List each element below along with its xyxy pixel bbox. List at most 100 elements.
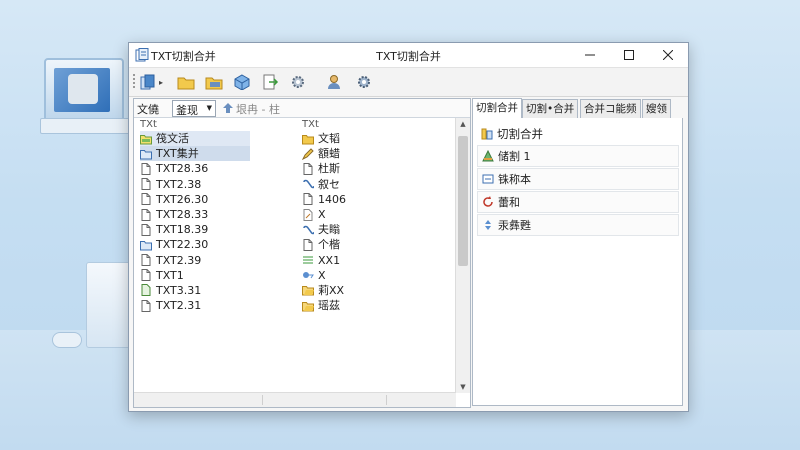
- user-icon[interactable]: [325, 74, 343, 90]
- file-list-right: 文韬 額蜡 杜斯 叙セ 1406 X 夫瞈 个楷 XX1 X 莉XX 瑶茲: [302, 131, 442, 313]
- file-list-right-item-label: 叙セ: [318, 177, 340, 191]
- file-list-left-item[interactable]: TXT28.33: [140, 207, 250, 222]
- tab-1[interactable]: 切割•合并: [522, 99, 579, 118]
- file-icon: [141, 208, 151, 221]
- minimize-button[interactable]: [572, 43, 608, 67]
- scroll-thumb[interactable]: [458, 136, 468, 266]
- maximize-button[interactable]: [611, 43, 647, 67]
- file-list-left-item[interactable]: TXT2.38: [140, 177, 250, 192]
- action-item-split[interactable]: 储割 1: [477, 145, 679, 167]
- scroll-down-icon[interactable]: ▼: [456, 383, 470, 391]
- close-icon: [663, 50, 673, 60]
- file-list-left-item-label: 筏文活: [156, 132, 189, 146]
- folder-blue-icon: [140, 240, 152, 251]
- folder-icon[interactable]: [177, 74, 195, 90]
- column-header-2[interactable]: TXt: [302, 119, 319, 130]
- file-list-left-item[interactable]: TXT28.36: [140, 161, 250, 176]
- gear-icon[interactable]: [289, 74, 307, 90]
- file-icon: [141, 299, 151, 312]
- file-list-right-item[interactable]: 个楷: [302, 237, 442, 252]
- export-file-icon[interactable]: [261, 74, 279, 90]
- file-list-left-item[interactable]: TXT2.39: [140, 253, 250, 268]
- window-icon: [482, 174, 494, 184]
- horizontal-scrollbar[interactable]: [134, 392, 456, 407]
- file-list-right-item-label: 杜斯: [318, 162, 340, 176]
- path-dropdown[interactable]: 釜现 ▼: [172, 100, 216, 117]
- vertical-scrollbar[interactable]: ▲ ▼: [455, 118, 470, 393]
- folder-open-icon[interactable]: [205, 74, 223, 90]
- action-header[interactable]: 切割合并: [477, 124, 679, 144]
- file-list-right-item[interactable]: 額蜡: [302, 146, 442, 161]
- file-list-right-item[interactable]: 夫瞈: [302, 222, 442, 237]
- action-item-window[interactable]: 铢称本: [477, 168, 679, 190]
- settings-gear-icon[interactable]: [355, 74, 373, 90]
- action-item-refresh[interactable]: 蕾和: [477, 191, 679, 213]
- file-icon: [141, 193, 151, 206]
- copy-files-icon[interactable]: [139, 74, 157, 90]
- link-icon: [303, 225, 314, 234]
- copy-dropdown-icon[interactable]: ▸: [159, 78, 163, 87]
- file-list-left-item-label: TXT1: [156, 268, 184, 282]
- file-list-left-item[interactable]: TXT集并: [140, 146, 250, 162]
- arrows-icon: [485, 220, 491, 230]
- folder-green-icon: [140, 134, 152, 145]
- file-list-left-item-label: TXT26.30: [156, 192, 209, 206]
- background-mouse: [52, 332, 82, 348]
- triangle-icon: [482, 150, 494, 162]
- file-icon: [141, 254, 151, 267]
- path-input[interactable]: 垠冉 - 柱: [236, 101, 280, 117]
- file-list-right-item[interactable]: XX1: [302, 253, 442, 268]
- path-dropdown-value: 釜现: [176, 104, 198, 117]
- file-list-right-item[interactable]: X: [302, 207, 442, 222]
- file-list-left-item-label: TXT2.31: [156, 299, 202, 313]
- action-header-label: 切割合并: [497, 127, 543, 141]
- tab-content: 切割合并 储割 1 铢称本 蕾和 汞彝甦: [472, 118, 683, 406]
- file-list-right-item[interactable]: 叙セ: [302, 177, 442, 192]
- link-icon: [303, 179, 314, 189]
- action-item-label: 汞彝甦: [498, 219, 531, 232]
- file-list-right-item[interactable]: X: [302, 268, 442, 283]
- file-list-left-item[interactable]: TXT22.30: [140, 237, 250, 252]
- chevron-down-icon: ▼: [206, 104, 212, 112]
- maximize-icon: [624, 50, 634, 60]
- action-item-label: 储割 1: [498, 150, 531, 163]
- file-list-left-item-label: TXT22.30: [156, 238, 209, 252]
- file-list-left-item[interactable]: TXT2.31: [140, 298, 250, 313]
- tag-icon: [303, 272, 314, 279]
- file-list-left-item[interactable]: TXT26.30: [140, 192, 250, 207]
- file-list-left-item[interactable]: TXT3.31: [140, 283, 250, 298]
- tab-3[interactable]: 嫂领: [642, 99, 671, 118]
- file-list-right-item[interactable]: 文韬: [302, 131, 442, 146]
- file-list-left-item[interactable]: 筏文活: [140, 131, 250, 147]
- tab-0[interactable]: 切割合并: [472, 98, 522, 119]
- file-list-left-item[interactable]: TXT1: [140, 268, 250, 283]
- file-list-left: 筏文活 TXT集并 TXT28.36 TXT2.38 TXT26.30 TXT28.33 T…: [140, 131, 250, 313]
- file-list-right-item[interactable]: 1406: [302, 192, 442, 207]
- file-list-left-item[interactable]: TXT18.39: [140, 222, 250, 237]
- close-button[interactable]: [650, 43, 686, 67]
- tab-strip: 切割合并 切割•合并 合并コ能频 嫂领: [472, 98, 683, 119]
- action-item-arrows[interactable]: 汞彝甦: [477, 214, 679, 236]
- file-list-left-item-label: TXT28.36: [156, 162, 209, 176]
- up-arrow-icon[interactable]: [222, 102, 234, 114]
- file-green-icon: [141, 284, 151, 297]
- folder-open-icon: [302, 301, 314, 312]
- folder-blue-icon: [140, 149, 152, 160]
- list-icon: [303, 256, 313, 264]
- file-list-right-item[interactable]: 瑶茲: [302, 298, 442, 313]
- file-list-left-item-label: TXT集并: [156, 147, 199, 161]
- file-icon: [303, 193, 313, 206]
- cube-icon[interactable]: [233, 74, 251, 90]
- file-list-right-item[interactable]: 杜斯: [302, 161, 442, 176]
- tab-2[interactable]: 合并コ能频: [580, 99, 641, 118]
- file-list-right-item-label: 个楷: [318, 238, 340, 252]
- file-edit-icon: [303, 208, 313, 221]
- folder-icon: [302, 134, 314, 145]
- path-bar: 文僥 釜现 ▼ 垠冉 - 柱: [134, 99, 470, 118]
- toolbar-grip: [133, 74, 135, 90]
- action-panel: 切割合并 切割•合并 合并コ能频 嫂领 切割合并 储割 1 铢称本 蕾和 汞彝甦: [472, 98, 683, 406]
- column-header-1[interactable]: TXt: [140, 119, 157, 130]
- file-browser-pane: 文僥 釜现 ▼ 垠冉 - 柱 TXt TXt 筏文活 TXT集并 TXT28.36 T…: [133, 98, 471, 408]
- scroll-up-icon[interactable]: ▲: [456, 120, 470, 128]
- file-list-right-item[interactable]: 莉XX: [302, 283, 442, 298]
